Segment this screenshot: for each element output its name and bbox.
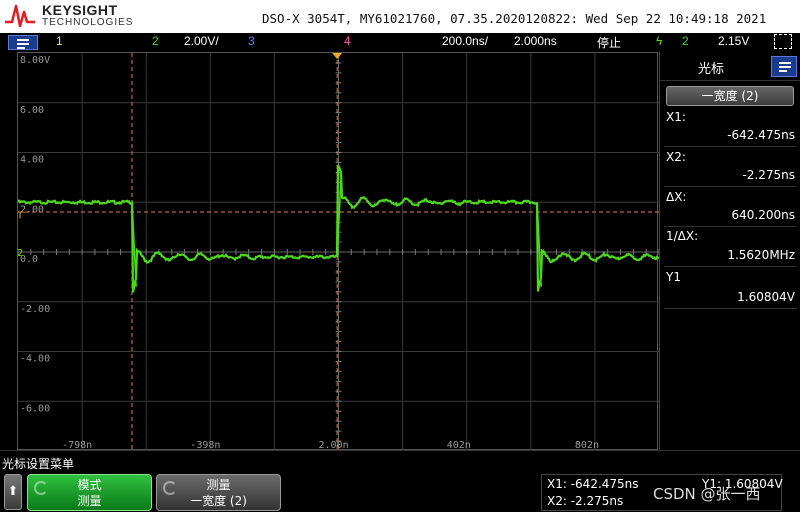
ch2-indicator[interactable]: 2 — [152, 34, 159, 48]
run-state: 停止 — [597, 36, 622, 50]
y-axis-label: -6.00 — [20, 403, 50, 414]
dx-value: 640.200ns — [731, 208, 795, 222]
main-menu-button[interactable] — [8, 35, 38, 50]
cursor-panel-header: 光标 — [660, 52, 800, 81]
trigger-edge-icon: ϟ — [656, 34, 663, 48]
y1-value: 1.60804V — [737, 290, 795, 304]
keysight-logo-icon — [5, 4, 35, 28]
softkey-menu-title: 光标设置菜单 — [2, 457, 75, 471]
ch1-indicator[interactable]: 1 — [56, 34, 63, 48]
cursor-mode-select[interactable]: 一宽度 (2) — [666, 86, 794, 106]
y-axis-label: 4.00 — [20, 155, 44, 166]
cursor-panel: 光标 一宽度 (2) X1: -642.475ns X2: -2.275ns Δ… — [659, 52, 800, 450]
brand-name: KEYSIGHT — [42, 2, 118, 18]
trigger-position-icon — [332, 53, 343, 59]
measure-softkey-value: 一宽度 (2) — [190, 494, 247, 508]
instrument-info: DSO-X 3054T, MY61021760, 07.35.202012082… — [262, 11, 767, 26]
y-axis-label: 8.00V — [20, 55, 50, 66]
x1-label: X1: — [666, 110, 686, 124]
trigger-level-marker: T — [18, 210, 24, 221]
measure-softkey[interactable]: 测量 一宽度 (2) — [156, 474, 281, 511]
cursor-panel-title: 光标 — [698, 62, 725, 77]
panel-menu-icon[interactable] — [771, 56, 797, 77]
brand-sub: TECHNOLOGIES — [42, 17, 134, 28]
title-bar: KEYSIGHT TECHNOLOGIES DSO-X 3054T, MY610… — [0, 0, 800, 33]
back-button[interactable]: ⬆ — [4, 474, 22, 510]
ch2-scale[interactable]: 2.00V/ — [184, 34, 219, 48]
scope-grid: 8.00V6.004.002.000.0-2.00-4.00-6.00-798n… — [18, 53, 659, 451]
ch2-ground-marker: 2 — [18, 248, 23, 259]
y-axis-label: -2.00 — [20, 304, 50, 315]
trigger-source[interactable]: 2 — [682, 34, 689, 48]
trigger-level[interactable]: 2.15V — [718, 34, 749, 48]
readout-x1: X1: -642.475ns — [547, 477, 639, 491]
status-bar: 1 2 2.00V/ 3 4 200.0ns/ 2.000ns 停止 ϟ 2 2… — [0, 33, 800, 51]
ch4-indicator[interactable]: 4 — [344, 34, 351, 48]
mode-softkey[interactable]: 模式 测量 — [27, 474, 152, 511]
display-settings-icon[interactable] — [774, 34, 792, 49]
watermark: CSDN @张一西 — [653, 485, 761, 503]
x2-label: X2: — [666, 150, 686, 164]
y-axis-label: -4.00 — [20, 354, 50, 365]
timebase-scale[interactable]: 200.0ns/ — [442, 34, 488, 48]
y-axis-label: 2.00 — [20, 204, 44, 215]
softkey-bar: 光标设置菜单 ⬆ 模式 测量 测量 一宽度 (2) X1: -642.475ns… — [0, 450, 800, 512]
rotate-knob-icon — [163, 481, 177, 495]
x2-value: -2.275ns — [742, 168, 795, 182]
dx-label: ΔX: — [666, 190, 687, 204]
mode-softkey-value: 测量 — [77, 494, 102, 508]
ch3-indicator[interactable]: 3 — [248, 34, 255, 48]
x1-value: -642.475ns — [727, 128, 795, 142]
inv-dx-label: 1/ΔX: — [666, 229, 699, 243]
y1-label: Y1 — [666, 270, 681, 284]
readout-x2: X2: -2.275ns — [547, 494, 624, 508]
time-delay[interactable]: 2.000ns — [514, 34, 557, 48]
inv-dx-value: 1.5620MHz — [727, 248, 795, 262]
rotate-knob-icon — [34, 481, 48, 495]
y-axis-label: 6.00 — [20, 105, 44, 116]
waveform-display[interactable]: 8.00V 6.00 4.00 2.00 0.0 -2.00 -4.00 -6.00 -798n… — [17, 52, 659, 451]
